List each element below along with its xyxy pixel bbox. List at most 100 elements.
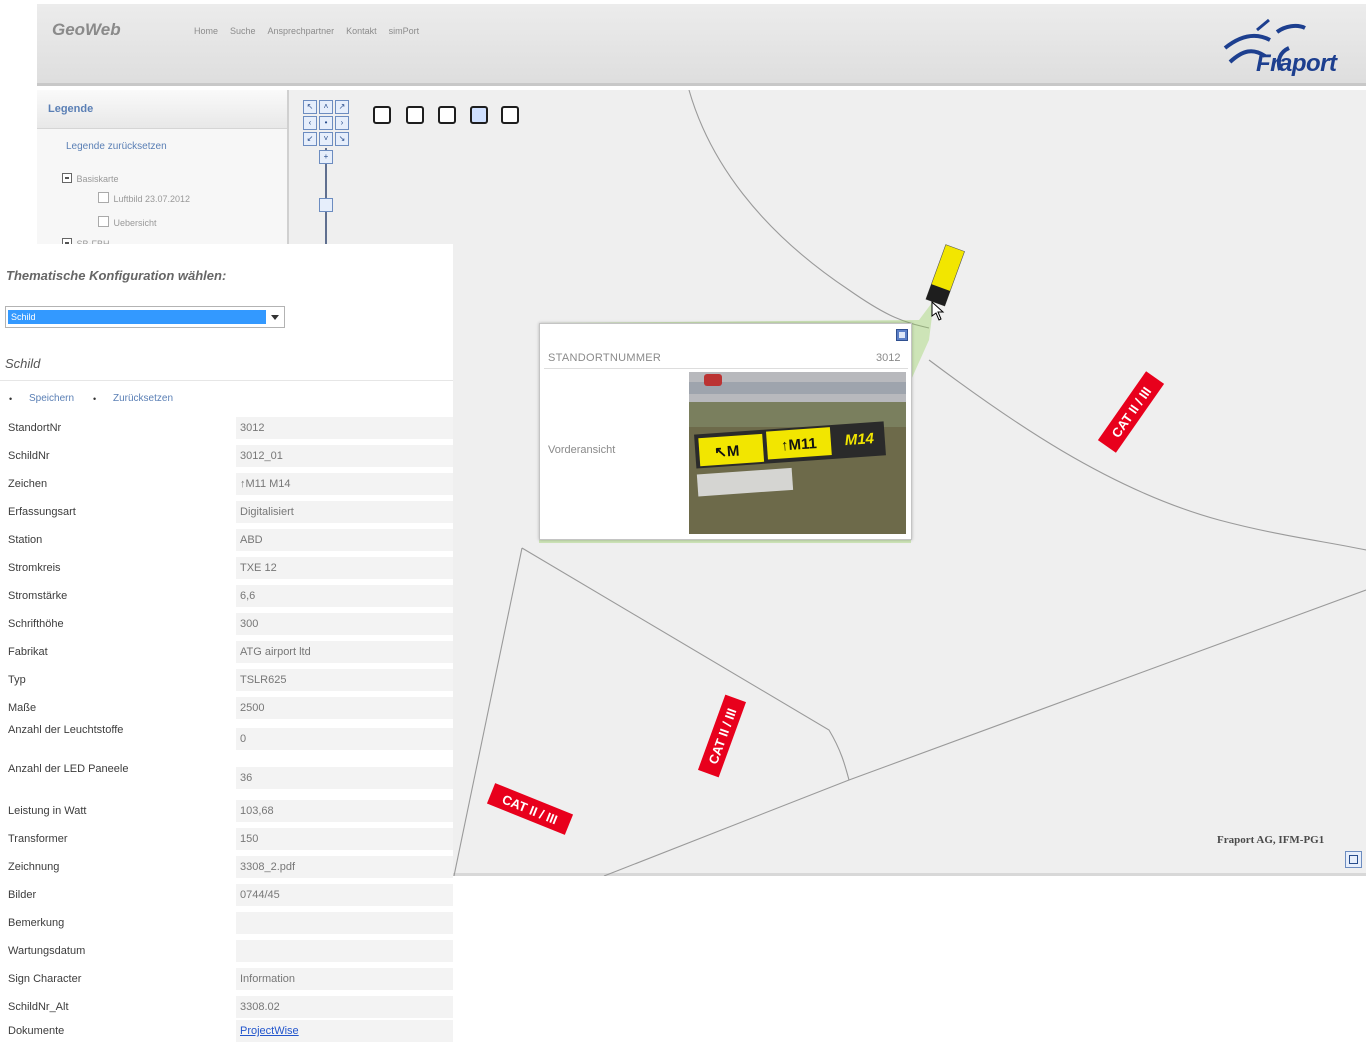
cat-label-2: CAT II / III	[697, 694, 747, 778]
attribute-key: SchildNr_Alt	[8, 1001, 69, 1013]
attribute-value: 0	[236, 728, 453, 750]
zoom-window-icon[interactable]	[436, 104, 458, 126]
attribute-key: Stromstärke	[8, 590, 68, 602]
nav-suche[interactable]: Suche	[230, 26, 256, 36]
zoom-in-icon[interactable]: +	[319, 150, 333, 164]
save-link[interactable]: Speichern	[29, 393, 74, 404]
bullet-icon: •	[9, 394, 13, 404]
table-row: Station ABD	[0, 527, 453, 553]
pan-center-icon[interactable]: •	[319, 116, 333, 130]
pan-up-icon[interactable]: ˄	[319, 100, 333, 114]
section-divider	[0, 380, 453, 381]
popup-close-icon[interactable]	[896, 329, 908, 341]
reset-link[interactable]: Zurücksetzen	[113, 393, 173, 404]
table-row: Dokumente ProjectWise	[0, 1018, 453, 1042]
table-row: Transformer 150	[0, 826, 453, 852]
attribute-value: 2500	[236, 697, 453, 719]
cat-label-3: CAT II / III	[486, 783, 574, 835]
nav-simport[interactable]: simPort	[389, 26, 420, 36]
layer-checkbox[interactable]	[98, 216, 109, 228]
zoom-slider-handle[interactable]	[319, 198, 333, 212]
attribute-key: Bemerkung	[8, 917, 65, 929]
full-extent-icon[interactable]	[404, 104, 426, 126]
taxiway-line	[521, 547, 850, 781]
attribute-key: Anzahl der LED Paneele	[8, 763, 129, 775]
popup-header-label: STANDORTNUMMER	[548, 352, 662, 364]
sign-text-2: ↑M11	[780, 435, 817, 454]
attribute-value: ↑M11 M14	[236, 473, 453, 495]
table-row: Bemerkung	[0, 910, 453, 936]
layer-checkbox[interactable]	[98, 192, 109, 204]
table-row: Erfassungsart Digitalisiert	[0, 499, 453, 525]
chevron-down-icon[interactable]	[271, 315, 279, 320]
table-row: Zeichen ↑M11 M14	[0, 471, 453, 497]
app-title: GeoWeb	[52, 20, 121, 39]
sign-marker[interactable]	[925, 244, 965, 307]
bullet-icon: •	[93, 394, 97, 404]
attribute-value: ABD	[236, 529, 453, 551]
attribute-value	[236, 912, 453, 934]
map-attribution: Fraport AG, IFM-PG1	[1217, 834, 1325, 846]
pan-ne-icon[interactable]: ↗	[335, 100, 349, 114]
tree-item-uebersicht[interactable]: Uebersicht	[98, 213, 156, 231]
pan-tool-icon[interactable]	[371, 104, 393, 126]
table-row: Zeichnung 3308_2.pdf	[0, 854, 453, 880]
table-row: Maße 2500	[0, 695, 453, 721]
pan-left-icon[interactable]: ‹	[303, 116, 317, 130]
attribute-value: 103,68	[236, 800, 453, 822]
pan-right-icon[interactable]: ›	[335, 116, 349, 130]
nav-ansprechpartner[interactable]: Ansprechpartner	[268, 26, 335, 36]
pan-down-icon[interactable]: ˅	[319, 132, 333, 146]
attribute-key: Typ	[8, 674, 26, 686]
table-row: Leistung in Watt 103,68	[0, 798, 453, 824]
logo-text: Fraport	[1256, 50, 1337, 77]
tree-item-basiskarte[interactable]: Basiskarte	[62, 169, 118, 187]
taxiway-line	[453, 547, 523, 876]
collapse-icon[interactable]	[62, 172, 72, 183]
attribute-key: Maße	[8, 702, 37, 714]
attribute-key: Erfassungsart	[8, 506, 76, 518]
attribute-value: 0744/45	[236, 884, 453, 906]
pan-se-icon[interactable]: ↘	[335, 132, 349, 146]
popup-divider	[544, 368, 908, 369]
sign-text-1: ↖M	[714, 442, 740, 461]
attribute-value: 36	[236, 767, 453, 789]
pan-nw-icon[interactable]: ↖	[303, 100, 317, 114]
popup-header-value: 3012	[876, 352, 901, 364]
nav-home[interactable]: Home	[194, 26, 218, 36]
legend-title[interactable]: Legende	[48, 103, 93, 115]
sign-text-3: M14	[844, 430, 875, 449]
print-icon[interactable]	[499, 104, 521, 126]
attribute-value: 3308_2.pdf	[236, 856, 453, 878]
table-row: Sign Character Information	[0, 966, 453, 992]
feature-popup: STANDORTNUMMER 3012 Vorderansicht ↖M ↑M1…	[539, 323, 912, 540]
overview-toggle-icon[interactable]	[1345, 851, 1362, 868]
table-row: Bilder 0744/45	[0, 882, 453, 908]
attribute-value: 3308.02	[236, 996, 453, 1018]
attribute-value: ATG airport ltd	[236, 641, 453, 663]
attribute-key: Leistung in Watt	[8, 805, 87, 817]
attribute-value: TSLR625	[236, 669, 453, 691]
app-header: GeoWeb Home Suche Ansprechpartner Kontak…	[37, 4, 1366, 86]
attribute-key: Zeichen	[8, 478, 48, 490]
attribute-key: Station	[8, 534, 43, 546]
attribute-key: Bilder	[8, 889, 37, 901]
thematic-panel: Thematische Konfiguration wählen: Schild…	[0, 244, 453, 1042]
pan-sw-icon[interactable]: ↙	[303, 132, 317, 146]
map-image-icon[interactable]	[468, 104, 490, 126]
attribute-value: TXE 12	[236, 557, 453, 579]
tree-item-luftbild[interactable]: Luftbild 23.07.2012	[98, 189, 190, 207]
taxiway-line	[688, 90, 930, 329]
attribute-key: StandortNr	[8, 422, 62, 434]
theme-select[interactable]: Schild	[5, 306, 285, 328]
cat-label-1: CAT II / III	[1097, 371, 1165, 453]
attribute-key: Fabrikat	[8, 646, 48, 658]
attribute-key: Transformer	[8, 833, 68, 845]
legend-reset-link[interactable]: Legende zurücksetzen	[66, 141, 167, 152]
sign-photo[interactable]: ↖M ↑M11 M14	[689, 372, 906, 534]
table-row: SchildNr 3012_01	[0, 443, 453, 469]
attribute-value: 6,6	[236, 585, 453, 607]
top-nav: Home Suche Ansprechpartner Kontakt simPo…	[194, 26, 419, 36]
nav-kontakt[interactable]: Kontakt	[346, 26, 377, 36]
theme-label: Thematische Konfiguration wählen:	[6, 268, 227, 283]
